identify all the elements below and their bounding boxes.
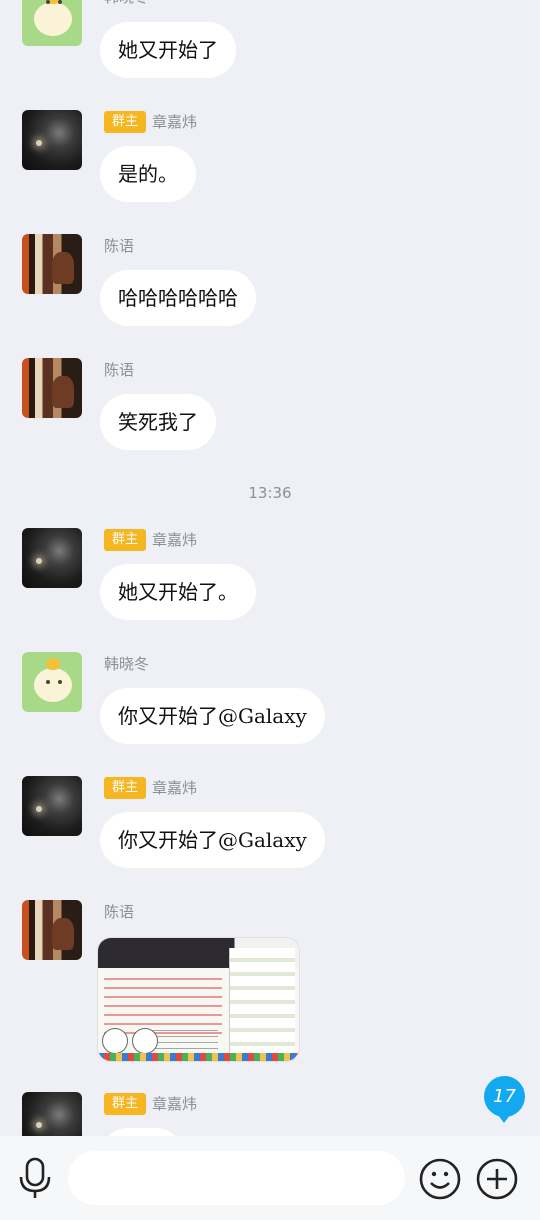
group-owner-badge: 群主 [104,111,147,133]
avatar[interactable] [22,900,82,960]
microphone-icon[interactable] [14,1157,56,1200]
message-bubble[interactable]: 是的。 [100,146,196,202]
avatar[interactable] [22,358,82,418]
plus-circle-icon[interactable] [476,1158,518,1200]
message-bubble[interactable] [100,1128,184,1136]
message-bubble[interactable]: 你又开始了@Galaxy [100,812,325,868]
group-owner-badge: 群主 [104,1093,147,1115]
sender-name: 群主 章嘉炜 [104,1093,197,1115]
avatar[interactable] [22,652,82,712]
avatar[interactable] [22,776,82,836]
avatar[interactable] [22,0,82,46]
chat-message-list[interactable]: 韩晓冬 她又开始了 群主 章嘉炜 是的。 陈语 哈哈哈哈哈哈 陈语 笑死我了 1… [0,0,540,1136]
avatar[interactable] [22,528,82,588]
image-message[interactable] [97,937,300,1062]
message-bubble[interactable]: 她又开始了。 [100,564,256,620]
sender-name: 陈语 [104,903,135,921]
sender-name: 群主 章嘉炜 [104,777,197,799]
sender-name: 韩晓冬 [104,0,149,8]
smiley-icon[interactable] [419,1158,461,1200]
group-owner-badge: 群主 [104,529,147,551]
sender-name: 陈语 [104,361,135,379]
unread-count-badge[interactable]: 17 [484,1076,525,1123]
message-timestamp: 13:36 [248,484,292,502]
message-bubble[interactable]: 你又开始了@Galaxy [100,688,325,744]
message-input[interactable] [68,1151,405,1205]
avatar[interactable] [22,234,82,294]
message-bubble[interactable]: 她又开始了 [100,22,236,78]
input-toolbar [0,1136,540,1220]
message-bubble[interactable]: 笑死我了 [100,394,216,450]
avatar[interactable] [22,1092,82,1136]
sender-name: 群主 章嘉炜 [104,529,197,551]
sender-name: 韩晓冬 [104,655,150,673]
avatar[interactable] [22,110,82,170]
group-owner-badge: 群主 [104,777,147,799]
sender-name: 陈语 [104,237,135,255]
message-bubble[interactable]: 哈哈哈哈哈哈 [100,270,256,326]
sender-name: 群主 章嘉炜 [104,111,197,133]
